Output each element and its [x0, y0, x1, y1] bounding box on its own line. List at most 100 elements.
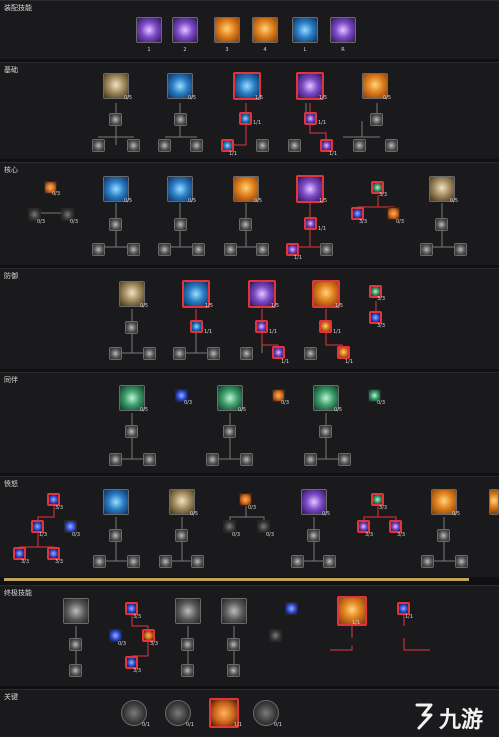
core-section: 核心 0/3 0/3 0/3 0/5 0/5 0/5 1/5 3/3 3/3 0… — [0, 162, 499, 265]
core-mod-1c-icon[interactable] — [127, 243, 140, 256]
defense-mod-4b-icon[interactable] — [304, 347, 317, 360]
defense-mod-3b-icon[interactable] — [240, 347, 253, 360]
core-mod-3b-icon[interactable] — [224, 243, 237, 256]
defense-mod-1a-icon[interactable] — [125, 321, 138, 334]
ultimate-mod-3b-icon[interactable] — [227, 664, 240, 677]
ultimate-skill-2-icon[interactable] — [175, 598, 201, 624]
basic-mod-4b-icon[interactable] — [288, 139, 301, 152]
wrath-mod-4b-icon[interactable] — [421, 555, 434, 568]
wrath-mod-4a-icon[interactable] — [437, 529, 450, 542]
core-mod-4a-icon[interactable] — [304, 217, 317, 230]
wrath-mod-2b-icon[interactable] — [159, 555, 172, 568]
equip-slot-1-icon[interactable] — [136, 17, 162, 43]
companion-mod-2c-icon[interactable] — [240, 453, 253, 466]
core-passive-5-rank: 3/3 — [359, 219, 368, 225]
wrath-passive-6-rank: 0/3 — [248, 505, 257, 511]
companion-mod-1c-icon[interactable] — [143, 453, 156, 466]
ultimate-skill-3-icon[interactable] — [221, 598, 247, 624]
wrath-mod-3a-icon[interactable] — [307, 529, 320, 542]
defense-mod-3c-icon[interactable] — [272, 346, 285, 359]
basic-mod-1b-icon[interactable] — [92, 139, 105, 152]
core-passive-1-rank: 0/3 — [52, 191, 61, 197]
equip-slot-l-icon[interactable] — [292, 17, 318, 43]
wrath-mod-3c-icon[interactable] — [323, 555, 336, 568]
watermark-logo-icon — [415, 703, 433, 730]
core-skill-5-rank: 0/5 — [450, 198, 459, 204]
ultimate-mod-2a-icon[interactable] — [181, 638, 194, 651]
wrath-mod-1b-icon[interactable] — [93, 555, 106, 568]
companion-mod-2b-icon[interactable] — [206, 453, 219, 466]
companion-mod-1b-icon[interactable] — [109, 453, 122, 466]
basic-section: 基础 0/5 0/5 1/5 1/5 0/5 1/1 1/1 1/1 1/1 — [0, 62, 499, 159]
wrath-mod-4c-icon[interactable] — [455, 555, 468, 568]
defense-mod-2a-icon[interactable] — [190, 320, 203, 333]
wrath-skill-1-icon[interactable] — [103, 489, 129, 515]
core-mod-2a-icon[interactable] — [174, 218, 187, 231]
companion-mod-3c-icon[interactable] — [338, 453, 351, 466]
equip-slot-4-icon[interactable] — [252, 17, 278, 43]
equip-slot-label-r: R — [341, 47, 345, 53]
ultimate-passive-6-icon[interactable] — [269, 629, 282, 642]
defense-mod-4a-icon[interactable] — [319, 320, 332, 333]
companion-section: 同伴 0/5 0/3 0/5 0/3 0/5 0/3 — [0, 372, 499, 473]
core-mod-4a-rank: 1/1 — [318, 226, 327, 232]
core-mod-2b-icon[interactable] — [158, 243, 171, 256]
equip-slot-label-1: 1 — [147, 47, 151, 53]
defense-section: 防御 0/5 1/5 1/5 1/5 3/3 3/3 1/1 1/1 1/1 1… — [0, 268, 499, 369]
core-mod-2c-icon[interactable] — [192, 243, 205, 256]
core-mod-1a-icon[interactable] — [109, 218, 122, 231]
defense-mod-3a-icon[interactable] — [255, 320, 268, 333]
companion-mod-1a-icon[interactable] — [125, 425, 138, 438]
wrath-mod-2a-icon[interactable] — [175, 529, 188, 542]
companion-mod-2a-icon[interactable] — [223, 425, 236, 438]
equip-slot-r-icon[interactable] — [330, 17, 356, 43]
basic-mod-5b-icon[interactable] — [353, 139, 366, 152]
ultimate-mod-3a-icon[interactable] — [227, 638, 240, 651]
equip-slot-2-icon[interactable] — [172, 17, 198, 43]
defense-mod-2b-icon[interactable] — [173, 347, 186, 360]
basic-mod-1a-icon[interactable] — [109, 113, 122, 126]
basic-mod-5a-icon[interactable] — [370, 113, 383, 126]
wrath-mod-3b-icon[interactable] — [291, 555, 304, 568]
ultimate-mod-2b-icon[interactable] — [181, 664, 194, 677]
companion-mod-3a-icon[interactable] — [319, 425, 332, 438]
equip-slot-3-icon[interactable] — [214, 17, 240, 43]
core-mod-4b-rank: 1/1 — [294, 255, 303, 261]
wrath-mod-1a-icon[interactable] — [109, 529, 122, 542]
ultimate-skill-1-icon[interactable] — [63, 598, 89, 624]
wrath-mod-1c-icon[interactable] — [127, 555, 140, 568]
core-passive-3-rank: 0/3 — [70, 219, 79, 225]
equip-slot-label-2: 2 — [183, 47, 187, 53]
core-mod-5b-icon[interactable] — [420, 243, 433, 256]
core-mod-1b-icon[interactable] — [92, 243, 105, 256]
basic-mod-3a-icon[interactable] — [239, 112, 252, 125]
ultimate-mod-1a-icon[interactable] — [69, 638, 82, 651]
defense-mod-2c-icon[interactable] — [207, 347, 220, 360]
basic-mod-5c-icon[interactable] — [385, 139, 398, 152]
basic-mod-3c-icon[interactable] — [256, 139, 269, 152]
core-mod-4c-icon[interactable] — [320, 243, 333, 256]
core-passive-6-rank: 0/3 — [396, 219, 405, 225]
basic-mod-1c-icon[interactable] — [127, 139, 140, 152]
companion-mod-3b-icon[interactable] — [304, 453, 317, 466]
ultimate-section: 终极技能 3/3 0/3 3/3 3/3 1/1 1/1 — [0, 585, 499, 686]
wrath-mod-2c-icon[interactable] — [191, 555, 204, 568]
equip-slot-label-l: L — [303, 47, 307, 53]
ultimate-mod-1b-icon[interactable] — [69, 664, 82, 677]
basic-mod-2c-icon[interactable] — [190, 139, 203, 152]
ultimate-passive-5-icon[interactable] — [285, 602, 298, 615]
defense-mod-1b-icon[interactable] — [109, 347, 122, 360]
basic-mod-4a-icon[interactable] — [304, 112, 317, 125]
core-mod-3c-icon[interactable] — [256, 243, 269, 256]
core-skill-1-rank: 0/5 — [124, 198, 133, 204]
defense-skill-3-rank: 1/5 — [271, 303, 280, 309]
basic-mod-2a-icon[interactable] — [174, 113, 187, 126]
defense-mod-4c-icon[interactable] — [337, 346, 350, 359]
defense-mod-1c-icon[interactable] — [143, 347, 156, 360]
wrath-skill-5-icon[interactable] — [489, 489, 499, 515]
basic-mod-2b-icon[interactable] — [158, 139, 171, 152]
core-mod-5a-icon[interactable] — [435, 218, 448, 231]
core-mod-5c-icon[interactable] — [454, 243, 467, 256]
core-mod-3a-icon[interactable] — [239, 218, 252, 231]
core-skill-4-rank: 1/5 — [319, 198, 328, 204]
